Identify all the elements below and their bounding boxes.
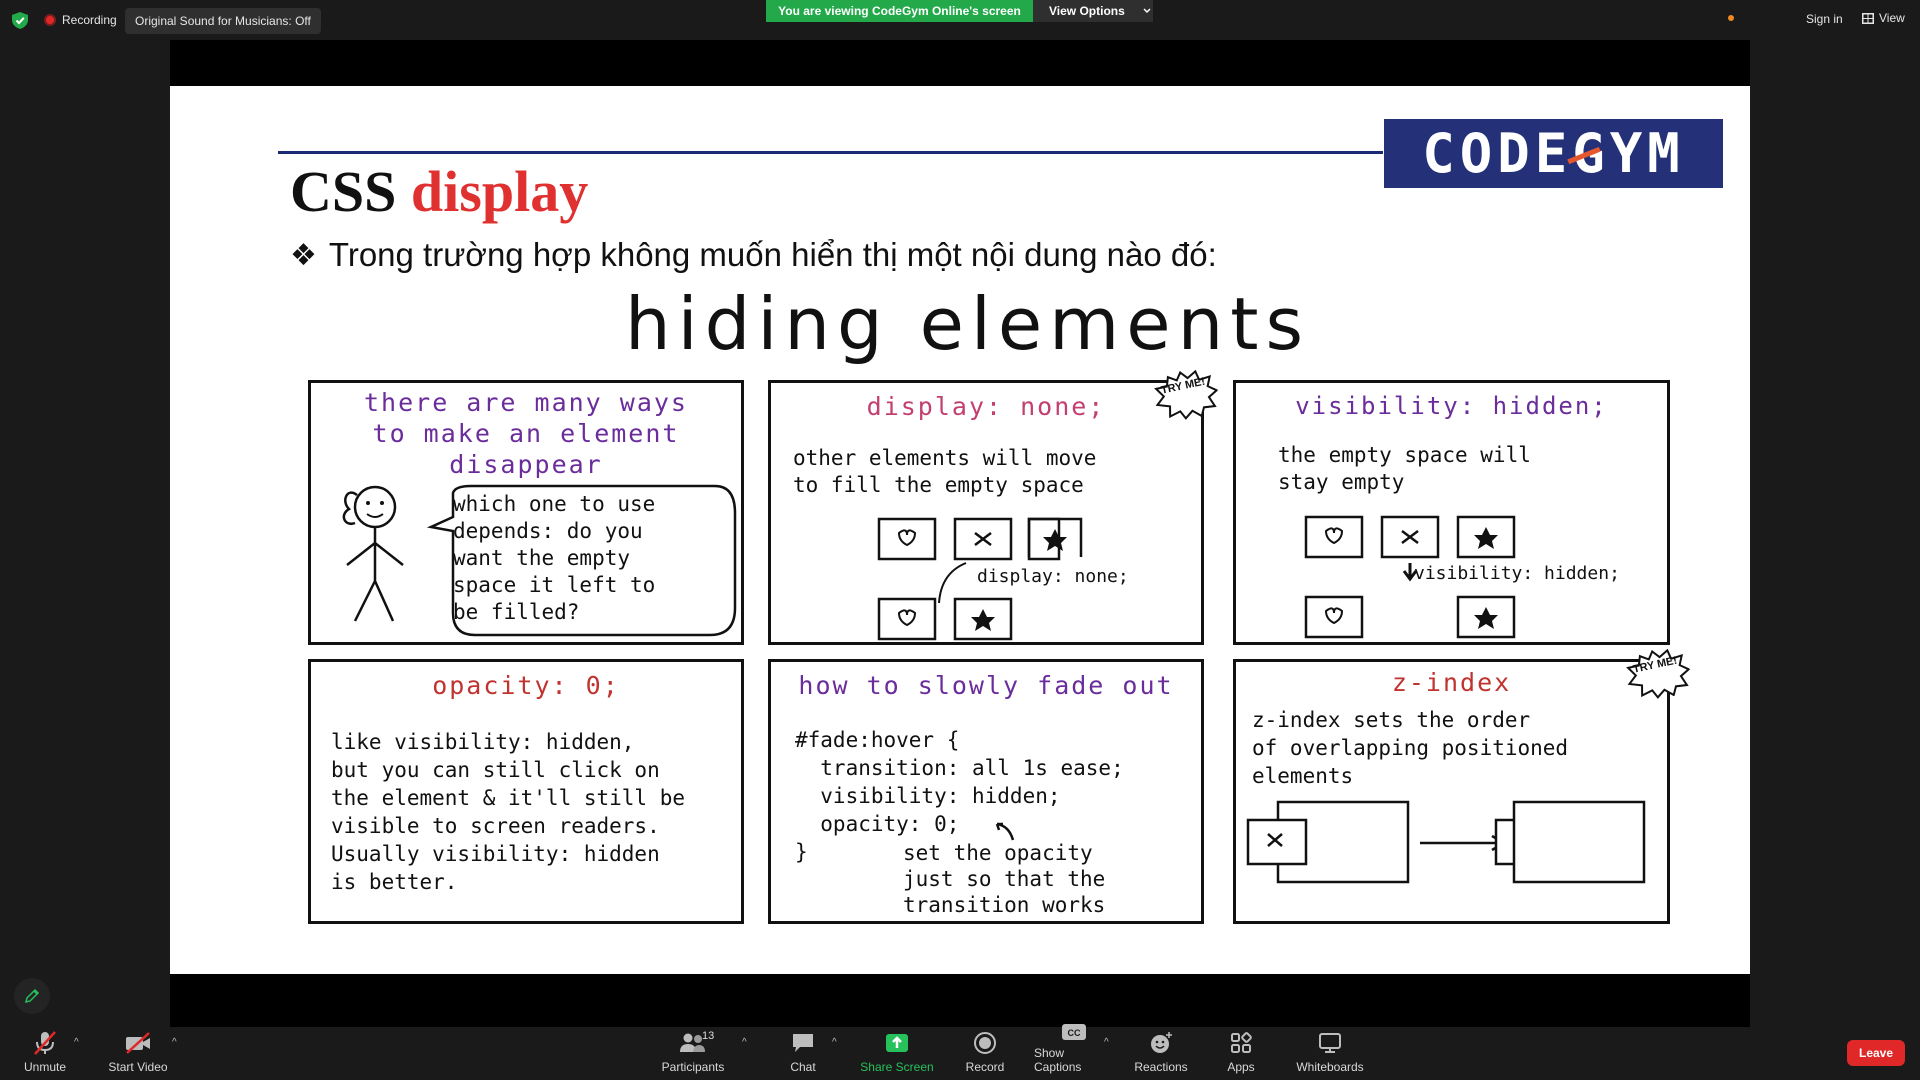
reactions-label: Reactions xyxy=(1134,1060,1188,1074)
recording-dot-icon xyxy=(44,14,56,26)
record-icon xyxy=(973,1030,997,1056)
participants-options-caret-icon[interactable]: ^ xyxy=(742,1037,747,1048)
original-sound-toggle[interactable]: Original Sound for Musicians: Off xyxy=(125,8,321,34)
visibility-hidden-annotation: visibility: hidden; xyxy=(1414,563,1620,584)
diamond-bullet-icon: ❖ xyxy=(290,237,317,273)
video-options-caret-icon[interactable]: ^ xyxy=(172,1037,177,1048)
chat-label: Chat xyxy=(790,1060,816,1074)
logo-text: CODEGYM xyxy=(1422,122,1685,185)
fade-out-note: set the opacity just so that the transit… xyxy=(903,841,1106,917)
apps-grid-icon xyxy=(1230,1030,1252,1056)
sign-in-link[interactable]: Sign in xyxy=(1806,12,1843,26)
shared-slide: CODEGYM CSS display ❖ Trong trường hợp k… xyxy=(170,86,1750,974)
panel-intro-title: there are many ways to make an element d… xyxy=(364,388,688,479)
reactions-button[interactable]: Reactions xyxy=(1134,1027,1188,1080)
whiteboards-button[interactable]: Whiteboards xyxy=(1294,1027,1366,1080)
panel-fade-out-title: how to slowly fade out xyxy=(798,671,1174,700)
try-me-badge-z-index[interactable]: TRY ME! xyxy=(1620,643,1695,706)
whiteboards-label: Whiteboards xyxy=(1296,1060,1364,1074)
display-none-annotation: display: none; xyxy=(977,566,1129,587)
panel-opacity-title: opacity: 0; xyxy=(432,671,620,700)
stick-figure-illustration xyxy=(342,485,404,622)
panel-opacity-text: like visibility: hidden, but you can sti… xyxy=(331,730,686,894)
codegym-logo: CODEGYM xyxy=(1384,119,1723,188)
participants-icon: 13 xyxy=(680,1030,714,1056)
start-video-label: Start Video xyxy=(108,1060,168,1074)
participants-button[interactable]: 13 Participants xyxy=(658,1027,728,1080)
apps-button[interactable]: Apps xyxy=(1226,1027,1256,1080)
whiteboard-icon xyxy=(1318,1030,1342,1056)
chat-bubble-icon xyxy=(791,1030,815,1056)
view-options-label: View Options xyxy=(1049,4,1125,18)
viewing-screen-banner: You are viewing CodeGym Online's screen xyxy=(766,0,1033,22)
smiley-reactions-icon xyxy=(1149,1030,1173,1056)
meeting-toolbar: Unmute ^ Start Video ^ 13 Participants ^… xyxy=(0,1024,1920,1080)
svg-text:CC: CC xyxy=(1068,1028,1081,1038)
slide-title-highlight: display xyxy=(410,159,589,224)
chevron-down-icon xyxy=(1143,8,1151,14)
panel-z-index-title: z-index xyxy=(1391,668,1512,697)
unmute-button[interactable]: Unmute xyxy=(20,1027,70,1080)
notification-dot-icon xyxy=(1728,15,1734,21)
annotate-pencil-button[interactable] xyxy=(14,978,50,1014)
view-label: View xyxy=(1879,11,1905,25)
view-options-button[interactable]: View Options xyxy=(1033,0,1153,22)
recording-indicator[interactable]: Recording xyxy=(44,10,117,30)
muted-microphone-icon xyxy=(32,1030,58,1056)
start-video-button[interactable]: Start Video xyxy=(106,1027,170,1080)
panel-display-none-title: display: none; xyxy=(866,392,1106,421)
comic-title: hiding elements xyxy=(625,282,1310,366)
bullet-text: Trong trường hợp không muốn hiển thị một… xyxy=(328,236,1217,273)
closed-captions-icon: CC xyxy=(1061,1022,1087,1042)
panel-display-none: display: none; other elements will move … xyxy=(768,380,1204,645)
panel-visibility-text: the empty space will stay empty xyxy=(1278,443,1531,494)
speech-bubble-text: which one to use depends: do you want th… xyxy=(453,492,656,624)
title-rule xyxy=(278,151,1383,154)
z-index-diagram xyxy=(1246,800,1646,884)
share-screen-button[interactable]: Share Screen xyxy=(860,1027,934,1080)
apps-label: Apps xyxy=(1227,1060,1255,1074)
chat-button[interactable]: Chat xyxy=(788,1027,818,1080)
leave-button[interactable]: Leave xyxy=(1847,1040,1905,1066)
panel-z-index: z-index z-index sets the order of overla… xyxy=(1233,659,1670,924)
video-off-icon xyxy=(124,1030,152,1056)
participants-count: 13 xyxy=(702,1030,715,1042)
slide-bullet: ❖ Trong trường hợp không muốn hiển thị m… xyxy=(290,236,1217,274)
show-captions-button[interactable]: CC Show Captions xyxy=(1034,1024,1114,1080)
panel-visibility-hidden: visibility: hidden; the empty space will… xyxy=(1233,380,1670,645)
try-me-badge-display[interactable]: TRY ME! xyxy=(1148,364,1223,427)
recording-label: Recording xyxy=(62,13,117,27)
slide-title: CSS display xyxy=(290,158,588,225)
share-screen-arrow-icon xyxy=(885,1030,909,1056)
security-shield-icon[interactable] xyxy=(12,12,28,29)
record-button[interactable]: Record xyxy=(965,1027,1005,1080)
panel-display-none-text: other elements will move to fill the emp… xyxy=(793,446,1097,497)
grid-view-icon xyxy=(1862,12,1874,24)
panel-opacity: opacity: 0; like visibility: hidden, but… xyxy=(308,659,744,924)
panel-z-index-text: z-index sets the order of overlapping po… xyxy=(1252,708,1569,788)
star-box-icon xyxy=(1027,517,1083,557)
share-screen-label: Share Screen xyxy=(860,1060,934,1074)
pencil-icon xyxy=(24,988,40,1004)
participants-label: Participants xyxy=(661,1060,725,1074)
view-button[interactable]: View xyxy=(1862,11,1905,25)
show-captions-label: Show Captions xyxy=(1034,1046,1082,1074)
audio-options-caret-icon[interactable]: ^ xyxy=(74,1037,79,1048)
panel-intro: there are many ways to make an element d… xyxy=(308,380,744,645)
panel-visibility-title: visibility: hidden; xyxy=(1295,392,1608,420)
record-label: Record xyxy=(965,1060,1005,1074)
captions-options-caret-icon[interactable]: ^ xyxy=(1104,1037,1109,1048)
top-bar: Recording Original Sound for Musicians: … xyxy=(0,0,1920,40)
panel-fade-out: how to slowly fade out #fade:hover { tra… xyxy=(768,659,1204,924)
chat-options-caret-icon[interactable]: ^ xyxy=(832,1037,837,1048)
slide-title-prefix: CSS xyxy=(290,159,397,224)
unmute-label: Unmute xyxy=(23,1060,67,1074)
